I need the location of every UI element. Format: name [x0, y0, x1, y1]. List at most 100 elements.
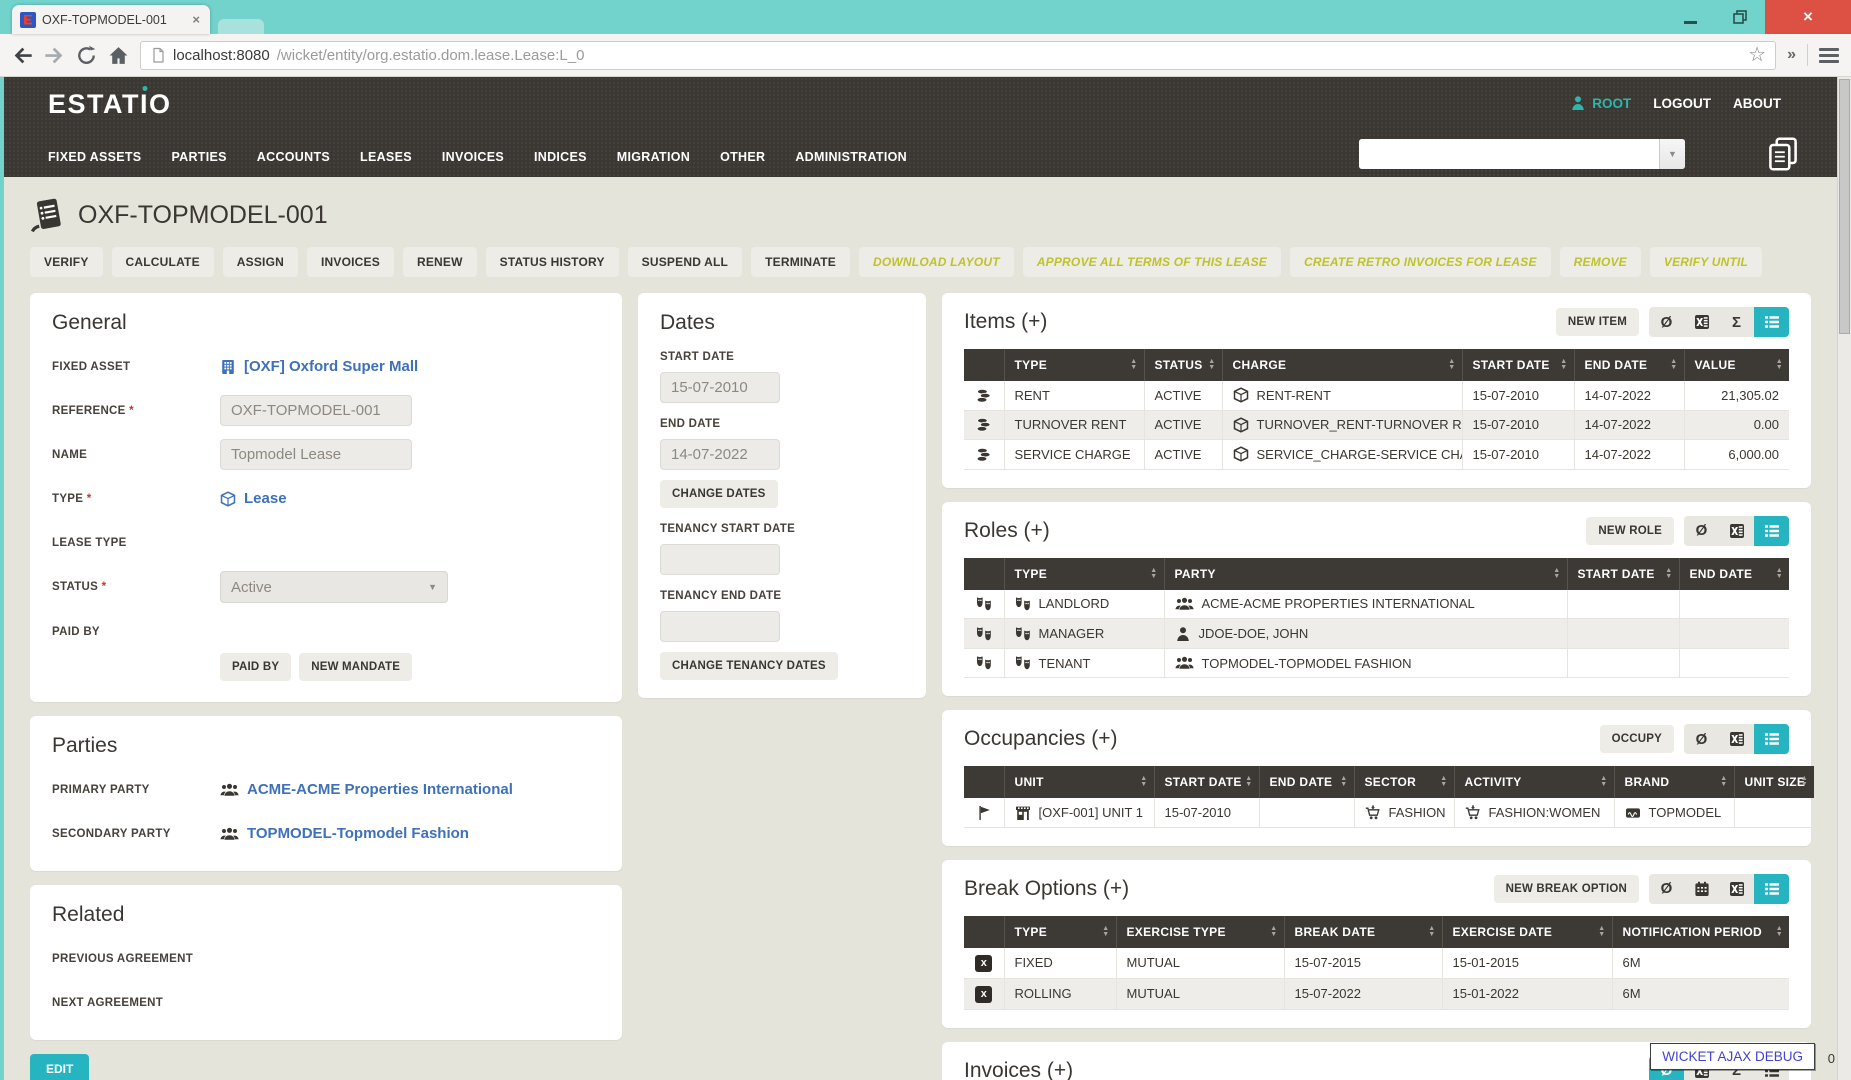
type-link[interactable]: Lease: [244, 490, 287, 507]
break-option-row[interactable]: x ROLLING MUTUAL 15-07-2022 15-01-2022 6…: [964, 978, 1789, 1009]
list-view-icon[interactable]: [1754, 724, 1789, 754]
hide-columns-icon[interactable]: Ø: [1649, 874, 1684, 904]
excel-export-icon[interactable]: [1684, 307, 1719, 337]
roles-header-start-date[interactable]: START DATE▲▼: [1567, 558, 1679, 590]
break-option-row[interactable]: x FIXED MUTUAL 15-07-2015 15-01-2015 6M: [964, 948, 1789, 979]
list-view-icon[interactable]: [1754, 307, 1789, 337]
party-link[interactable]: ACME-ACME PROPERTIES INTERNATIONAL: [1202, 596, 1475, 611]
renew-button[interactable]: RENEW: [403, 247, 477, 277]
role-row[interactable]: LANDLORD ACME-ACME PROPERTIES INTERNATIO…: [964, 590, 1789, 619]
logout-link[interactable]: LOGOUT: [1653, 96, 1711, 111]
nav-administration[interactable]: ADMINISTRATION: [795, 150, 907, 164]
primary-party-link[interactable]: ACME-ACME Properties International: [247, 781, 513, 798]
search-dropdown-button[interactable]: ▼: [1659, 139, 1685, 169]
nav-indices[interactable]: INDICES: [534, 150, 587, 164]
item-row[interactable]: SERVICE CHARGE ACTIVE SERVICE_CHARGE-SER…: [964, 440, 1789, 470]
nav-migration[interactable]: MIGRATION: [617, 150, 690, 164]
fixed-asset-link[interactable]: [OXF] Oxford Super Mall: [244, 358, 418, 375]
list-view-icon[interactable]: [1754, 874, 1789, 904]
list-view-icon[interactable]: [1754, 516, 1789, 546]
party-link[interactable]: JDOE-DOE, JOHN: [1199, 626, 1309, 641]
hide-columns-icon[interactable]: Ø: [1649, 307, 1684, 337]
roles-header-end-date[interactable]: END DATE▲▼: [1679, 558, 1789, 590]
window-close-button[interactable]: ×: [1765, 0, 1851, 34]
nav-parties[interactable]: PARTIES: [171, 150, 226, 164]
status-select[interactable]: Active▼: [220, 571, 448, 603]
occupancies-header-activity[interactable]: ACTIVITY▲▼: [1454, 766, 1614, 798]
paid-by-button[interactable]: PAID BY: [220, 653, 291, 681]
role-row[interactable]: TENANT TOPMODEL-TOPMODEL FASHION: [964, 648, 1789, 678]
tab-close-icon[interactable]: ×: [190, 12, 202, 27]
window-minimize-button[interactable]: [1665, 0, 1715, 34]
items-header-end-date[interactable]: END DATE▲▼: [1574, 349, 1684, 381]
items-header-value[interactable]: VALUE▲▼: [1684, 349, 1789, 381]
item-row[interactable]: TURNOVER RENT ACTIVE TURNOVER_RENT-TURNO…: [964, 410, 1789, 440]
sector-link[interactable]: FASHION: [1389, 805, 1446, 820]
reference-field[interactable]: [220, 395, 412, 426]
global-search-combobox[interactable]: ▼: [1359, 139, 1685, 169]
charge-link[interactable]: RENT-RENT: [1257, 388, 1331, 403]
charge-link[interactable]: TURNOVER_RENT-TURNOVER RENT: [1257, 417, 1463, 432]
edit-button[interactable]: EDIT: [30, 1054, 89, 1080]
charge-link[interactable]: SERVICE_CHARGE-SERVICE CHARGE: [1257, 447, 1463, 462]
status-history-button[interactable]: STATUS HISTORY: [486, 247, 619, 277]
new-mandate-button[interactable]: NEW MANDATE: [299, 653, 412, 681]
verify-until-button[interactable]: VERIFY UNTIL: [1650, 247, 1762, 277]
wicket-ajax-debug-link[interactable]: WICKET AJAX DEBUG: [1650, 1043, 1815, 1070]
refresh-button[interactable]: [76, 45, 97, 66]
occupancies-header-unit[interactable]: UNIT▲▼: [1004, 766, 1154, 798]
url-bar[interactable]: localhost:8080/wicket/entity/org.estatio…: [140, 41, 1776, 70]
window-restore-button[interactable]: [1715, 0, 1765, 34]
nav-leases[interactable]: LEASES: [360, 150, 412, 164]
forward-button[interactable]: [44, 45, 65, 66]
excel-export-icon[interactable]: [1719, 874, 1754, 904]
invoices-button[interactable]: INVOICES: [307, 247, 394, 277]
tenancy-end-date-field[interactable]: [660, 611, 780, 642]
occupancy-row[interactable]: [OXF-001] UNIT 1 15-07-2010 FASHION FASH…: [964, 798, 1814, 827]
roles-header-party[interactable]: PARTY▲▼: [1164, 558, 1567, 590]
start-date-field[interactable]: [660, 372, 780, 403]
occupancies-header-brand[interactable]: BRAND▲▼: [1614, 766, 1734, 798]
calendar-icon[interactable]: [1684, 874, 1719, 904]
summary-sigma-icon[interactable]: Σ: [1719, 307, 1754, 337]
break-header-exercise-date[interactable]: EXERCISE DATE▲▼: [1442, 916, 1612, 948]
tenancy-start-date-field[interactable]: [660, 544, 780, 575]
occupancies-header-end-date[interactable]: END DATE▲▼: [1259, 766, 1354, 798]
browser-tab[interactable]: OXF-TOPMODEL-001 ×: [12, 5, 210, 34]
user-menu[interactable]: ROOT: [1570, 95, 1631, 111]
about-link[interactable]: ABOUT: [1733, 96, 1781, 111]
copy-pages-icon[interactable]: [1765, 136, 1801, 172]
search-input[interactable]: [1359, 139, 1659, 169]
assign-button[interactable]: ASSIGN: [223, 247, 298, 277]
verify-button[interactable]: VERIFY: [30, 247, 103, 277]
estatio-logo[interactable]: ESTATIO: [48, 89, 172, 120]
occupancies-header-start-date[interactable]: START DATE▲▼: [1154, 766, 1259, 798]
suspend-all-button[interactable]: SUSPEND ALL: [628, 247, 742, 277]
nav-accounts[interactable]: ACCOUNTS: [257, 150, 330, 164]
home-button[interactable]: [108, 45, 129, 66]
hide-columns-icon[interactable]: Ø: [1684, 724, 1719, 754]
name-field[interactable]: [220, 439, 412, 470]
approve-all-terms-button[interactable]: APPROVE ALL TERMS OF THIS LEASE: [1023, 247, 1281, 277]
bookmark-star-icon[interactable]: ☆: [1748, 45, 1766, 65]
new-break-option-button[interactable]: NEW BREAK OPTION: [1494, 875, 1639, 903]
break-header-break-date[interactable]: BREAK DATE▲▼: [1284, 916, 1442, 948]
back-button[interactable]: [12, 45, 33, 66]
break-header-exercise-type[interactable]: EXERCISE TYPE▲▼: [1116, 916, 1284, 948]
secondary-party-link[interactable]: TOPMODEL-Topmodel Fashion: [247, 825, 469, 842]
nav-fixed-assets[interactable]: FIXED ASSETS: [48, 150, 141, 164]
items-header-charge[interactable]: CHARGE▲▼: [1222, 349, 1462, 381]
excel-export-icon[interactable]: [1719, 724, 1754, 754]
nav-other[interactable]: OTHER: [720, 150, 765, 164]
brand-link[interactable]: TOPMODEL: [1649, 805, 1722, 820]
browser-menu-button[interactable]: [1819, 48, 1839, 63]
unit-link[interactable]: [OXF-001] UNIT 1: [1039, 805, 1144, 820]
break-header-notification-period[interactable]: NOTIFICATION PERIOD▲▼: [1612, 916, 1789, 948]
occupy-button[interactable]: OCCUPY: [1600, 725, 1674, 753]
new-tab-button[interactable]: [218, 19, 264, 34]
items-header-type[interactable]: TYPE▲▼: [1004, 349, 1144, 381]
scrollbar-thumb[interactable]: [1839, 79, 1850, 334]
activity-link[interactable]: FASHION:WOMEN: [1489, 805, 1601, 820]
change-tenancy-dates-button[interactable]: CHANGE TENANCY DATES: [660, 652, 838, 680]
roles-header-type[interactable]: TYPE▲▼: [1004, 558, 1164, 590]
